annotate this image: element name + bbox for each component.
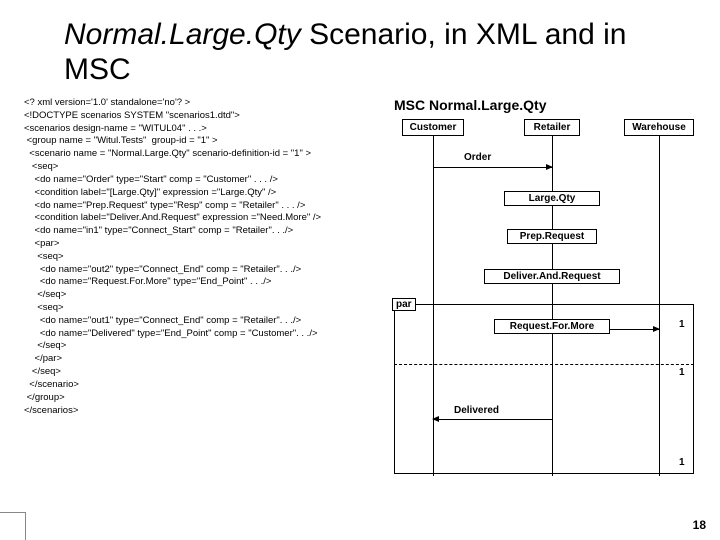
cond-request-for-more: Request.For.More	[494, 319, 610, 334]
cond-large-qty: Large.Qty	[504, 191, 600, 206]
arrow-delivered	[433, 419, 552, 420]
actor-retailer: Retailer	[524, 119, 580, 136]
actor-customer: Customer	[402, 119, 464, 136]
xml-code: <? xml version='1.0' standalone='no'? > …	[24, 97, 384, 417]
label-delivered: Delivered	[454, 405, 499, 416]
par-divider	[394, 364, 694, 365]
arrow-order	[433, 167, 552, 168]
page-number: 18	[693, 518, 706, 532]
actor-warehouse: Warehouse	[624, 119, 694, 136]
corner-accent	[0, 512, 26, 540]
msc-title: MSC Normal.Large.Qty	[394, 97, 696, 113]
one-c: 1	[679, 457, 685, 468]
slide-title: Normal.Large.Qty Scenario, in XML and in…	[64, 18, 696, 87]
msc-diagram: Customer Retailer Warehouse Order Large.…	[394, 119, 694, 499]
msc-column: MSC Normal.Large.Qty Customer Retailer W…	[394, 97, 696, 499]
par-label: par	[392, 298, 416, 311]
title-italic: Normal.Large.Qty	[64, 18, 301, 51]
slide: Normal.Large.Qty Scenario, in XML and in…	[0, 0, 720, 540]
one-b: 1	[679, 367, 685, 378]
content-columns: <? xml version='1.0' standalone='no'? > …	[24, 97, 696, 499]
label-order: Order	[464, 152, 491, 163]
cond-deliver-and-request: Deliver.And.Request	[484, 269, 620, 284]
cond-prep-request: Prep.Request	[507, 229, 597, 244]
one-a: 1	[679, 319, 685, 330]
xml-column: <? xml version='1.0' standalone='no'? > …	[24, 97, 384, 499]
